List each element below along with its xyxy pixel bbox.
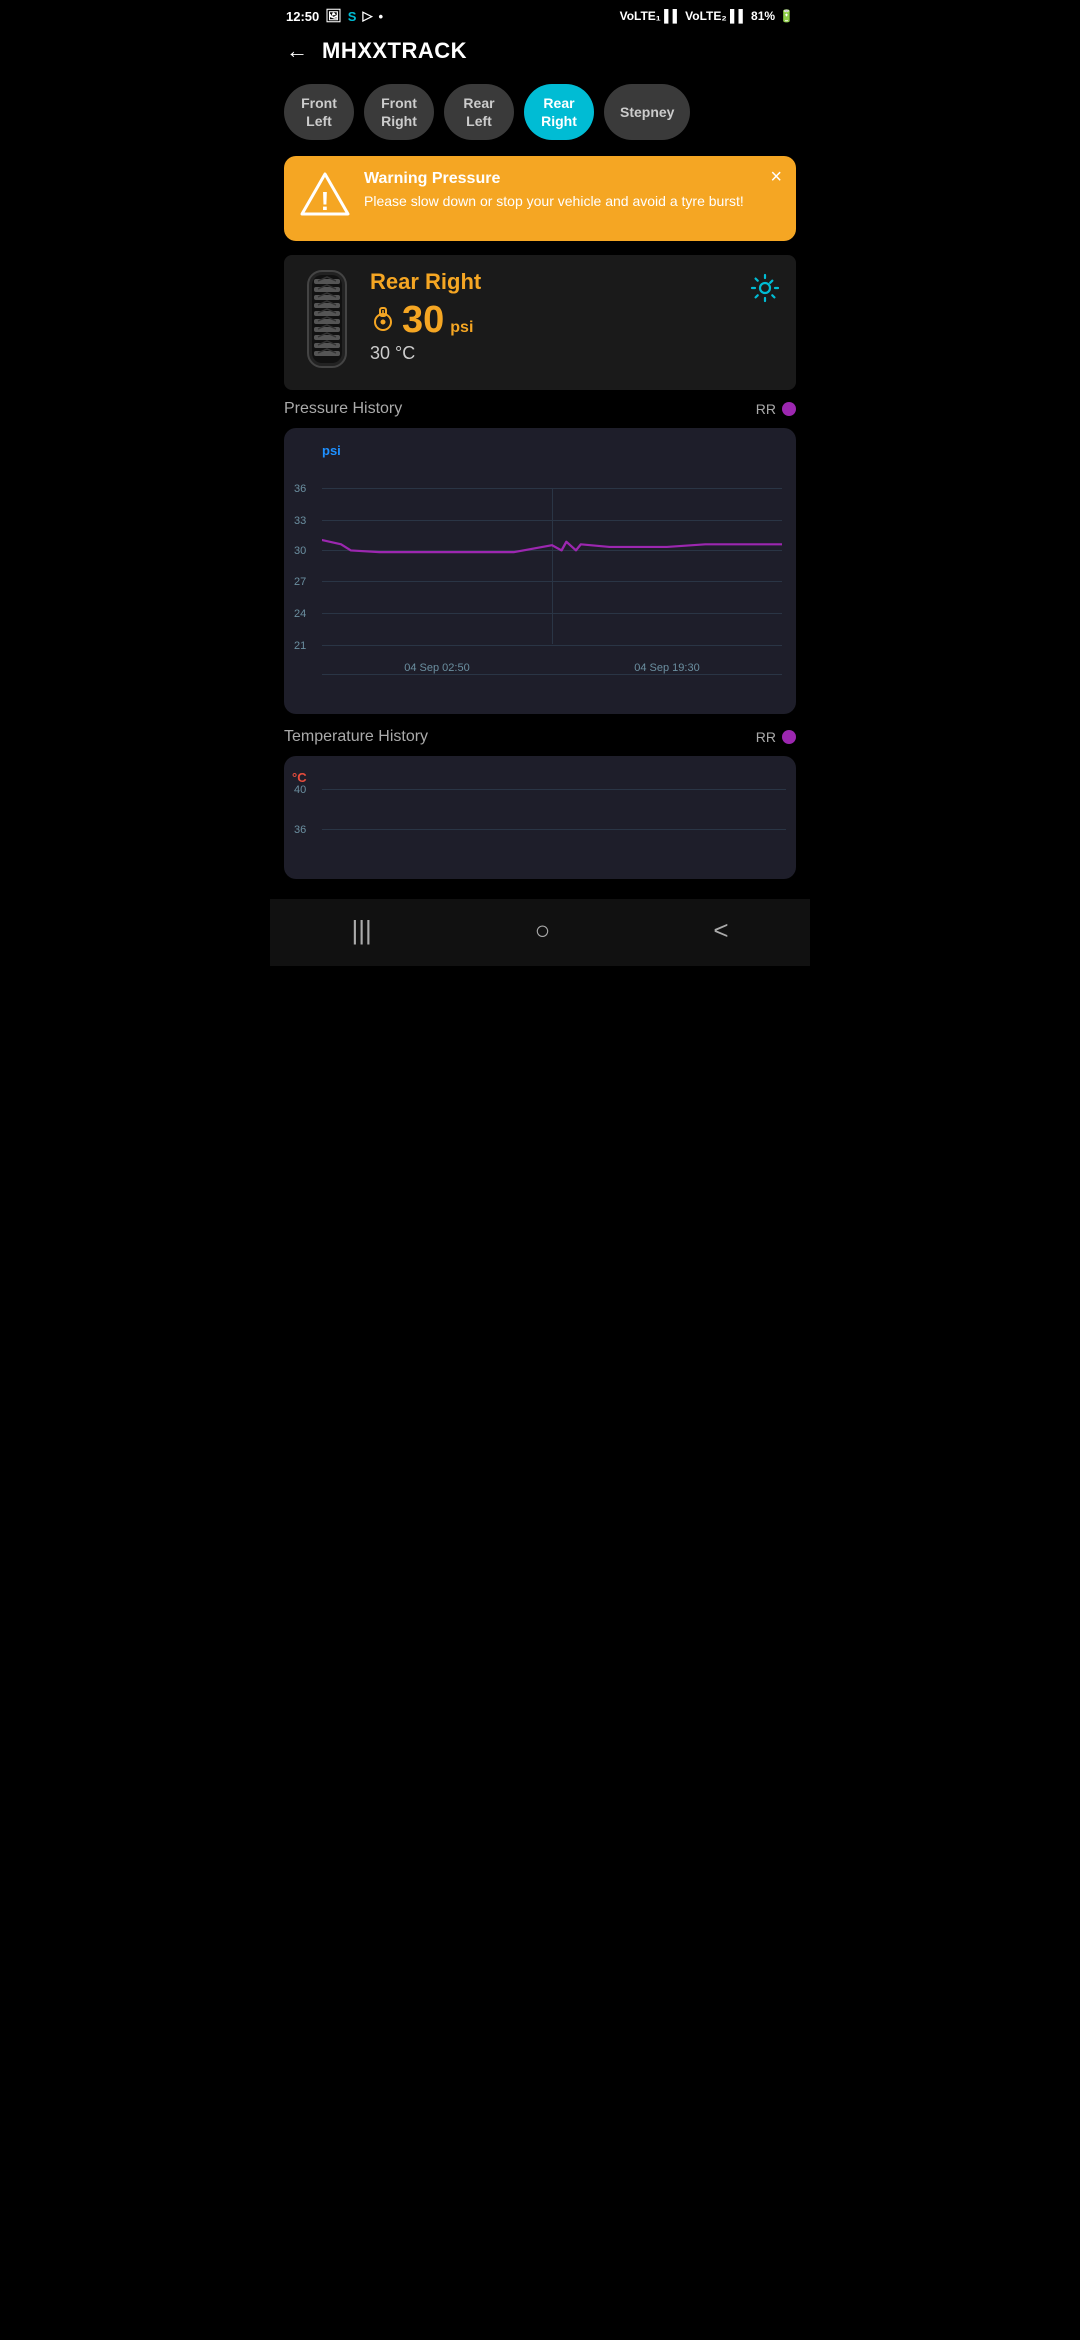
temp-grid-40: 40 (322, 789, 786, 790)
s-icon: S (348, 9, 357, 24)
temp-tick-40: 40 (294, 784, 306, 796)
pressure-chart-inner: 36 33 30 27 24 21 04 Sep 02:50 04 Sep 19… (292, 464, 786, 704)
battery-percent: 81% (751, 9, 775, 23)
warning-triangle-icon: ! (300, 170, 350, 227)
y-tick-27: 27 (294, 576, 306, 588)
camera-icon: 🖼 (325, 8, 342, 24)
pressure-chart-header: Pressure History RR (284, 400, 796, 418)
pressure-line-chart (322, 488, 782, 644)
nav-back-button[interactable]: < (713, 915, 728, 946)
temp-y-axis-label: °C (292, 770, 786, 785)
status-left: 12:50 🖼 S ▷ • (286, 8, 383, 24)
nav-home-button[interactable]: ||| (351, 915, 371, 946)
pressure-legend-dot (782, 402, 796, 416)
pressure-y-axis-label: psi (322, 443, 341, 458)
tire-temperature: 30 °C (370, 343, 734, 364)
temp-grid-36: 36 (322, 829, 786, 830)
temp-legend-dot (782, 730, 796, 744)
tire-pressure-unit: psi (450, 319, 473, 337)
pressure-sensor-icon (370, 306, 396, 338)
header: ← MHXXTRACK (270, 28, 810, 76)
settings-button[interactable] (750, 273, 780, 310)
status-right: VoLTE₁ ▌▌ VoLTE₂ ▌▌ 81% 🔋 (620, 9, 794, 23)
temp-chart-box: °C 40 36 (284, 756, 796, 879)
x-label-1: 04 Sep 02:50 (404, 662, 469, 674)
status-bar: 12:50 🖼 S ▷ • VoLTE₁ ▌▌ VoLTE₂ ▌▌ 81% 🔋 (270, 0, 810, 28)
nav-bar: ||| ○ < (270, 899, 810, 966)
tab-front-left[interactable]: FrontLeft (284, 84, 354, 140)
y-tick-36: 36 (294, 483, 306, 495)
tab-front-right[interactable]: FrontRight (364, 84, 434, 140)
dot-icon: • (378, 9, 383, 24)
warning-banner: ! Warning Pressure Please slow down or s… (284, 156, 796, 241)
status-time: 12:50 (286, 9, 319, 24)
warning-content: Warning Pressure Please slow down or sto… (364, 170, 780, 212)
tab-stepney[interactable]: Stepney (604, 84, 690, 140)
temp-chart-header: Temperature History RR (284, 728, 796, 746)
y-tick-24: 24 (294, 608, 306, 620)
page-title: MHXXTRACK (322, 38, 467, 64)
signal-lte1: VoLTE₁ ▌▌ (620, 9, 682, 23)
temperature-history-title: Temperature History (284, 728, 428, 746)
temp-legend: RR (756, 729, 796, 745)
tire-details: Rear Right 30 psi 30 °C (370, 269, 734, 364)
y-tick-33: 33 (294, 515, 306, 527)
temp-tick-36: 36 (294, 824, 306, 836)
pressure-x-labels: 04 Sep 02:50 04 Sep 19:30 (322, 662, 782, 674)
y-tick-21: 21 (294, 640, 306, 652)
grid-line-21: 21 (322, 645, 782, 646)
tab-rear-right[interactable]: RearRight (524, 84, 594, 140)
tabs-container: FrontLeft FrontRight RearLeft RearRight … (270, 76, 810, 152)
pressure-chart-box: psi 36 33 30 27 24 21 (284, 428, 796, 714)
pressure-history-title: Pressure History (284, 400, 402, 418)
temperature-history-section: Temperature History RR °C 40 36 (284, 728, 796, 879)
battery-icon: 🔋 (779, 9, 794, 23)
grid-line-bottom (322, 674, 782, 675)
tire-name: Rear Right (370, 269, 734, 295)
pressure-legend-label: RR (756, 401, 776, 417)
tire-icon (300, 269, 354, 369)
nav-circle-button[interactable]: ○ (535, 915, 551, 946)
svg-text:!: ! (321, 186, 330, 216)
tab-rear-left[interactable]: RearLeft (444, 84, 514, 140)
pressure-history-section: Pressure History RR psi 36 33 30 27 24 2… (284, 400, 796, 714)
warning-title: Warning Pressure (364, 170, 780, 188)
signal-lte2: VoLTE₂ ▌▌ (685, 9, 747, 23)
tire-graphic (300, 269, 354, 374)
warning-message: Please slow down or stop your vehicle an… (364, 192, 780, 212)
y-tick-30: 30 (294, 545, 306, 557)
tire-info-card: Rear Right 30 psi 30 °C (284, 255, 796, 390)
temp-chart-inner: 40 36 (322, 789, 786, 869)
pressure-grid-area: 36 33 30 27 24 21 04 Sep 02:50 04 Sep 19… (322, 488, 782, 674)
tire-pressure-row: 30 psi (370, 301, 734, 339)
temp-legend-label: RR (756, 729, 776, 745)
pressure-legend: RR (756, 401, 796, 417)
tire-pressure-value: 30 (402, 301, 444, 339)
back-button[interactable]: ← (286, 38, 308, 64)
warning-close-button[interactable]: × (770, 166, 782, 189)
play-icon: ▷ (362, 8, 372, 24)
x-label-2: 04 Sep 19:30 (634, 662, 699, 674)
